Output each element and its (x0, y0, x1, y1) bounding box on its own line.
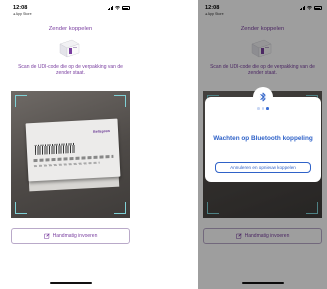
scan-corner-bottom-right (114, 202, 126, 214)
progress-dots (205, 107, 321, 110)
box-brand: Bellsprew (92, 129, 111, 134)
scan-instruction: Scan de UDI-code die op de verpakking va… (18, 64, 123, 77)
scanned-box: Bellsprew (25, 118, 121, 182)
scan-corner-bottom-left (15, 202, 27, 214)
scan-corner-top-right (114, 95, 126, 107)
progress-dot (261, 107, 265, 110)
manual-entry-label: Handmatig invoeren (52, 233, 98, 239)
signal-icon (107, 6, 113, 10)
bluetooth-icon (259, 92, 267, 102)
udi-barcode (34, 142, 76, 155)
wifi-icon (115, 6, 120, 10)
cancel-and-retry-button[interactable]: Annuleren en opnieuw koppelen (215, 162, 311, 173)
bluetooth-wait-message: Wachten op Bluetooth koppeling (213, 135, 313, 142)
bluetooth-pairing-modal: Wachten op Bluetooth koppeling Annuleren… (205, 88, 321, 182)
device-package-image (59, 39, 80, 58)
battery-icon (122, 6, 130, 10)
status-time: 12:08 (13, 5, 28, 11)
status-icons (107, 6, 130, 10)
scan-corner-top-left (15, 95, 27, 107)
scan-screen: 12:08 ◂ App Store Zender koppelen Scan d… (6, 0, 135, 289)
back-to-app-store-link[interactable]: ◂ App Store (13, 12, 32, 16)
home-indicator (50, 282, 92, 284)
bluetooth-wait-screen: 12:08 ◂ App Store Zender koppelen Scan d… (198, 0, 327, 289)
bluetooth-badge (254, 88, 272, 106)
progress-dot (257, 107, 260, 110)
manual-entry-button[interactable]: Handmatig invoeren (11, 228, 130, 244)
box-label-line (33, 161, 100, 168)
edit-icon (43, 233, 50, 239)
progress-dot-active (266, 107, 269, 110)
page-title: Zender koppelen (48, 26, 93, 32)
box-label-line (33, 154, 114, 163)
camera-viewfinder[interactable]: Bellsprew (11, 91, 130, 218)
